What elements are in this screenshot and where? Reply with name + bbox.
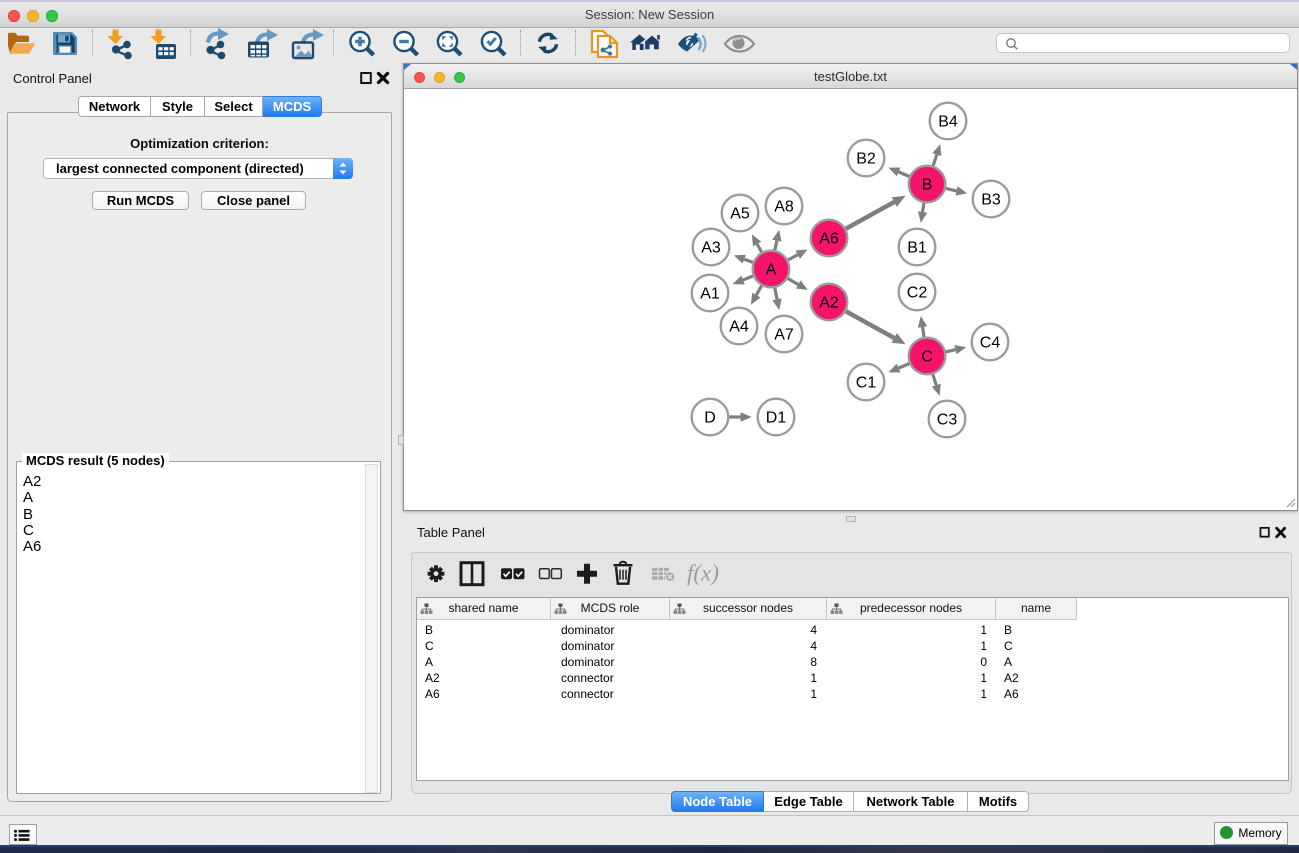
svg-text:B1: B1 bbox=[907, 240, 927, 257]
svg-text:C3: C3 bbox=[937, 412, 958, 429]
svg-text:B3: B3 bbox=[981, 192, 1001, 209]
svg-text:A2: A2 bbox=[819, 295, 839, 312]
svg-text:A3: A3 bbox=[701, 240, 721, 257]
svg-text:A4: A4 bbox=[729, 319, 749, 336]
svg-text:C1: C1 bbox=[856, 375, 877, 392]
svg-text:C4: C4 bbox=[980, 335, 1001, 352]
svg-text:A7: A7 bbox=[774, 327, 794, 344]
svg-text:A5: A5 bbox=[730, 206, 750, 223]
svg-text:B4: B4 bbox=[938, 114, 958, 131]
svg-text:B: B bbox=[922, 177, 933, 194]
svg-text:f(x): f(x) bbox=[687, 561, 719, 586]
svg-text:D1: D1 bbox=[766, 410, 787, 427]
svg-text:A6: A6 bbox=[819, 231, 839, 248]
svg-text:A8: A8 bbox=[774, 199, 794, 216]
svg-text:B2: B2 bbox=[856, 151, 876, 168]
svg-text:C2: C2 bbox=[907, 285, 928, 302]
svg-text:A1: A1 bbox=[700, 286, 720, 303]
svg-text:D: D bbox=[704, 410, 716, 427]
svg-text:C: C bbox=[921, 349, 933, 366]
svg-text:A: A bbox=[766, 262, 777, 279]
